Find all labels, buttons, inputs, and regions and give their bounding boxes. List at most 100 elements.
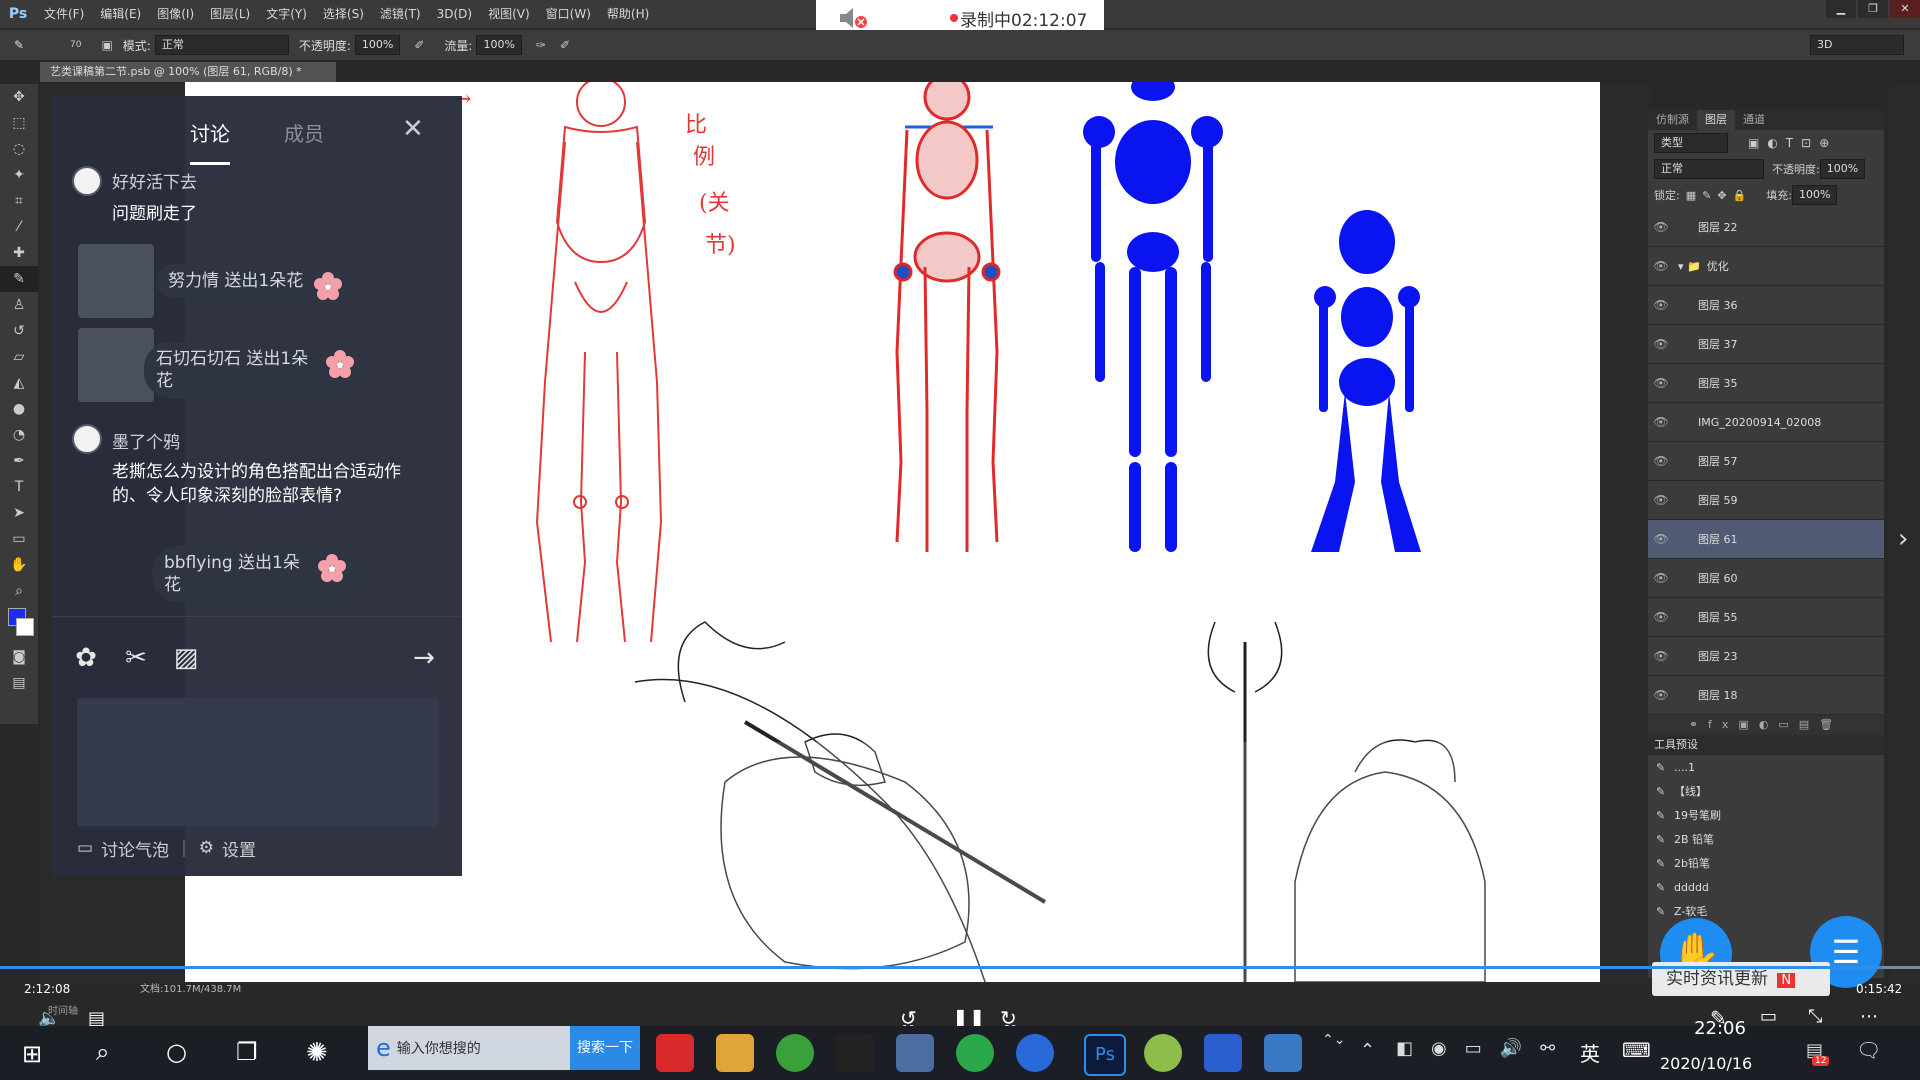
menu-item[interactable]: 文件(F) <box>36 0 92 28</box>
menu-item[interactable]: 图像(I) <box>149 0 202 28</box>
color-swatches[interactable] <box>0 604 38 644</box>
marquee-tool-icon[interactable]: ⬚ <box>0 110 38 136</box>
magic-wand-icon[interactable]: ✦ <box>0 162 38 188</box>
menu-item[interactable]: 滤镜(T) <box>372 0 429 28</box>
next-arrow-icon[interactable]: › <box>1898 524 1908 554</box>
windows-start-icon[interactable]: ⊞ <box>22 1040 42 1068</box>
mode-select[interactable]: 正常 <box>154 35 289 55</box>
photoshop-taskbar-icon[interactable]: Ps <box>1084 1034 1126 1076</box>
lasso-tool-icon[interactable]: ◌ <box>0 136 38 162</box>
layer-row[interactable]: 👁 图层 22 <box>1648 208 1884 247</box>
flower-gift-icon[interactable]: ✿ <box>68 640 104 676</box>
menu-item[interactable]: 视图(V) <box>480 0 538 28</box>
type-tool-icon[interactable]: T <box>0 474 38 500</box>
preset-item[interactable]: ✎ 2B 铅笔 <box>1648 827 1884 851</box>
layer-row[interactable]: 👁 图层 37 <box>1648 325 1884 364</box>
pressure-size-icon[interactable]: ✐ <box>560 38 570 52</box>
layer-row[interactable]: 👁 图层 23 <box>1648 637 1884 676</box>
layer-row[interactable]: 👁 图层 60 <box>1648 559 1884 598</box>
shape-tool-icon[interactable]: ▭ <box>0 526 38 552</box>
tray-icons[interactable]: ◧◉▭🔊⚯ <box>1396 1038 1573 1059</box>
layer-row[interactable]: 👁 图层 57 <box>1648 442 1884 481</box>
menu-item[interactable]: 图层(L) <box>202 0 258 28</box>
lock-icons[interactable]: ▦✎✥🔒 <box>1686 189 1753 202</box>
kugou-icon[interactable] <box>1016 1034 1054 1072</box>
settings-button[interactable]: 设置 <box>222 836 256 861</box>
tab-channels[interactable]: 通道 <box>1735 110 1773 130</box>
airbrush-icon[interactable]: ✑ <box>536 38 546 52</box>
qq-icon[interactable] <box>836 1034 874 1072</box>
workspace-select[interactable]: 3D <box>1810 35 1904 55</box>
wps-writer-icon[interactable] <box>1204 1034 1242 1072</box>
tray-expand-icon[interactable]: ⌃ <box>1360 1040 1375 1061</box>
background-color[interactable] <box>16 618 34 636</box>
menu-item[interactable]: 窗口(W) <box>538 0 599 28</box>
layer-row[interactable]: 👁 ▾ 📁 优化 <box>1648 247 1884 286</box>
folder-icon[interactable]: ▾ 📁 <box>1678 260 1701 273</box>
action-center-icon[interactable]: 🗨 <box>1856 1038 1881 1062</box>
layer-row[interactable]: 👁 IMG_20200914_02008 <box>1648 403 1884 442</box>
quick-mask-icon[interactable]: ◙ <box>0 644 38 670</box>
preset-item[interactable]: ✎ ddddd <box>1648 875 1884 899</box>
preset-item[interactable]: ✎ ....1 <box>1648 755 1884 779</box>
scissors-icon[interactable]: ✂ <box>118 640 154 676</box>
preset-item[interactable]: ✎ 19号笔刷 <box>1648 803 1884 827</box>
exit-fullscreen-icon[interactable]: ⤡ <box>1808 1006 1822 1027</box>
pen-tool-icon[interactable]: ✒ <box>0 448 38 474</box>
layer-row[interactable]: 👁 图层 36 <box>1648 286 1884 325</box>
tab-layers[interactable]: 图层 <box>1697 110 1735 130</box>
visibility-eye-icon[interactable]: 👁 <box>1648 532 1674 546</box>
close-icon[interactable]: ✕ <box>402 114 424 144</box>
tab-members[interactable]: 成员 <box>284 118 324 147</box>
blur-tool-icon[interactable]: ● <box>0 396 38 422</box>
visibility-eye-icon[interactable]: 👁 <box>1648 688 1674 702</box>
layer-row[interactable]: 👁 图层 61 <box>1648 520 1884 559</box>
crop-tool-icon[interactable]: ⌗ <box>0 188 38 214</box>
display-settings-icon[interactable] <box>896 1034 934 1072</box>
gear-icon[interactable]: ⚙ <box>199 838 214 858</box>
visibility-eye-icon[interactable]: 👁 <box>1648 220 1674 234</box>
visibility-eye-icon[interactable]: 👁 <box>1648 337 1674 351</box>
stamp-tool-icon[interactable]: ♙ <box>0 292 38 318</box>
search-icon[interactable]: ⌕ <box>96 1038 109 1066</box>
zoom-tool-icon[interactable]: ⌕ <box>0 578 38 604</box>
layer-row[interactable]: 👁 图层 18 <box>1648 676 1884 715</box>
dodge-tool-icon[interactable]: ◔ <box>0 422 38 448</box>
eyedropper-icon[interactable]: ⁄ <box>0 214 38 240</box>
visibility-eye-icon[interactable]: 👁 <box>1648 298 1674 312</box>
close-button[interactable]: ✕ <box>1890 0 1920 18</box>
minimize-button[interactable]: ▁ <box>1826 0 1856 18</box>
restore-button[interactable]: ❐ <box>1858 0 1888 18</box>
visibility-eye-icon[interactable]: 👁 <box>1648 376 1674 390</box>
image-icon[interactable]: ▨ <box>168 640 204 676</box>
preset-item[interactable]: ✎ 2b铅笔 <box>1648 851 1884 875</box>
cortana-icon[interactable]: ○ <box>166 1038 187 1066</box>
hand-tool-icon[interactable]: ✋ <box>0 552 38 578</box>
visibility-eye-icon[interactable]: 👁 <box>1648 610 1674 624</box>
layer-opacity-field[interactable]: 100% <box>1819 159 1866 179</box>
clock-time[interactable]: 22:06 <box>1670 1018 1770 1039</box>
brush-panel-icon[interactable]: ▣ <box>101 38 112 52</box>
search-button[interactable]: 搜索一下 <box>570 1026 640 1070</box>
menu-item[interactable]: 3D(D) <box>429 0 480 28</box>
remote-app-icon[interactable] <box>1264 1034 1302 1072</box>
menu-item[interactable]: 文字(Y) <box>258 0 315 28</box>
menu-item[interactable]: 编辑(E) <box>92 0 149 28</box>
opacity-field[interactable]: 100% <box>354 35 401 55</box>
menu-item[interactable]: 选择(S) <box>315 0 372 28</box>
netease-music-icon[interactable] <box>656 1034 694 1072</box>
speaker-muted-icon[interactable] <box>836 6 870 30</box>
visibility-eye-icon[interactable]: 👁 <box>1648 649 1674 663</box>
eraser-icon[interactable]: ▱ <box>0 344 38 370</box>
file-explorer-icon[interactable] <box>716 1034 754 1072</box>
app-launcher-icon[interactable]: ✺ <box>306 1038 328 1068</box>
document-tab[interactable]: 艺类课稿第二节.psb @ 100% (图层 61, RGB/8) * <box>40 62 336 82</box>
tab-clone-source[interactable]: 仿制源 <box>1648 110 1697 130</box>
classroom-app-icon[interactable] <box>1144 1034 1182 1072</box>
taskbar-scroll-icon[interactable]: ⌃⌄ <box>1322 1032 1345 1048</box>
healing-brush-icon[interactable]: ✚ <box>0 240 38 266</box>
blend-mode-select[interactable]: 正常 <box>1654 159 1764 179</box>
brush-size-value[interactable]: 70 <box>70 40 81 50</box>
clock-date[interactable]: 2020/10/16 <box>1660 1054 1752 1073</box>
ime-indicator[interactable]: 英 <box>1580 1038 1600 1067</box>
